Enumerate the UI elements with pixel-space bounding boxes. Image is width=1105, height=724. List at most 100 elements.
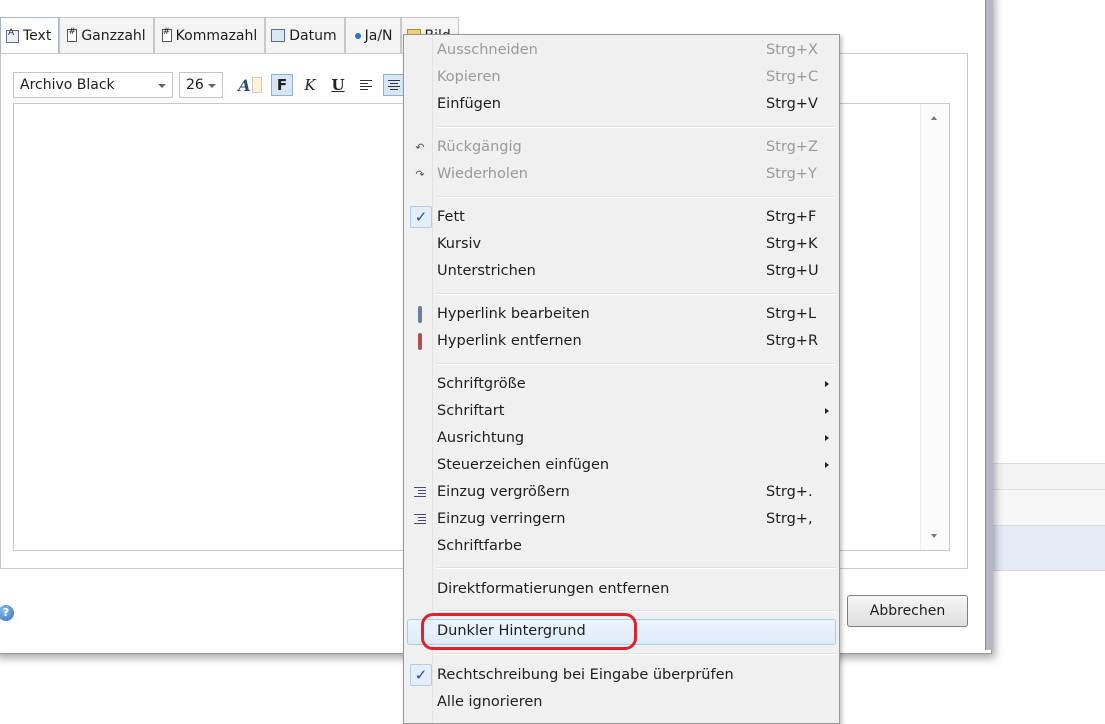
check-icon: ✓ <box>410 664 432 686</box>
tab-label: Ja/N <box>364 27 393 44</box>
color-swatch <box>251 77 262 93</box>
bold-button[interactable]: F <box>271 74 293 96</box>
align-left-button[interactable] <box>355 74 377 96</box>
menu-item-label: Fett <box>437 209 465 225</box>
menu-item-increase-indent[interactable]: Einzug vergrößern Strg+. <box>407 480 836 506</box>
menu-item-shortcut: Strg+R <box>766 333 819 349</box>
menu-item-label: Schriftart <box>437 403 505 419</box>
font-size-select[interactable]: 26 <box>179 72 223 98</box>
menu-item-font-size[interactable]: Schriftgröße <box>407 372 836 398</box>
tab-label: Kommazahl <box>175 27 258 44</box>
menu-separator <box>436 653 836 655</box>
menu-item-remove-hyperlink[interactable]: Hyperlink entfernen Strg+R <box>407 329 836 355</box>
menu-item-label: Schriftgröße <box>437 376 526 392</box>
align-center-button[interactable] <box>383 74 405 96</box>
background-row <box>992 463 1105 490</box>
background-row <box>992 489 1105 526</box>
menu-item-shortcut: Strg+U <box>766 263 819 279</box>
menu-item-insert-control-chars[interactable]: Steuerzeichen einfügen <box>407 453 836 479</box>
menu-item-copy[interactable]: Kopieren Strg+C <box>407 65 836 91</box>
menu-item-shortcut: Strg+C <box>766 69 819 85</box>
tab-date[interactable]: Datum <box>265 17 345 53</box>
field-type-tabs: Text Ganzzahl Kommazahl Datum Ja/N Bild <box>0 17 459 54</box>
font-size-value: 26 <box>186 77 204 93</box>
menu-item-undo[interactable]: ↶ Rückgängig Strg+Z <box>407 135 836 161</box>
indent-increase-icon <box>412 486 428 500</box>
chevron-down-icon <box>158 84 166 88</box>
menu-item-clear-formatting[interactable]: Direktformatierungen entfernen <box>407 577 836 603</box>
menu-item-shortcut: Strg+X <box>766 42 818 58</box>
italic-icon: K <box>304 76 316 94</box>
decimal-field-icon <box>161 27 172 42</box>
menu-item-bold[interactable]: ✓ Fett Strg+F <box>407 205 836 231</box>
text-field-icon <box>6 28 19 43</box>
menu-item-shortcut: Strg+F <box>766 209 817 225</box>
menu-item-shortcut: Strg+L <box>766 306 817 322</box>
tab-decimal[interactable]: Kommazahl <box>153 17 266 53</box>
menu-item-label: Ausschneiden <box>437 42 538 58</box>
align-left-icon <box>360 79 372 91</box>
menu-separator <box>436 567 836 569</box>
font-family-select[interactable]: Archivo Black <box>13 72 173 98</box>
menu-item-alignment[interactable]: Ausrichtung <box>407 426 836 452</box>
undo-icon: ↶ <box>415 141 425 154</box>
align-center-icon <box>388 79 400 91</box>
menu-item-label: Ausrichtung <box>437 430 525 446</box>
menu-separator <box>436 293 836 295</box>
menu-item-label: Wiederholen <box>437 166 529 182</box>
font-color-button[interactable]: A <box>235 74 265 96</box>
menu-item-label: Direktformatierungen entfernen <box>437 581 670 597</box>
menu-item-shortcut: Strg+K <box>766 236 818 252</box>
submenu-arrow-icon <box>825 462 829 468</box>
menu-item-shortcut: Strg+Y <box>766 166 817 182</box>
submenu-arrow-icon <box>825 435 829 441</box>
menu-item-cut[interactable]: Ausschneiden Strg+X <box>407 38 836 64</box>
scroll-up-icon[interactable] <box>931 116 937 120</box>
menu-item-label: Kursiv <box>437 236 482 252</box>
link-icon <box>412 306 428 323</box>
menu-item-underline[interactable]: Unterstrichen Strg+U <box>407 259 836 285</box>
underline-button[interactable]: U <box>327 74 349 96</box>
tab-text[interactable]: Text <box>0 17 60 54</box>
menu-item-spellcheck[interactable]: ✓ Rechtschreibung bei Eingabe überprüfen <box>407 663 836 689</box>
menu-separator <box>436 610 836 612</box>
menu-item-decrease-indent[interactable]: Einzug verringern Strg+, <box>407 507 836 533</box>
menu-item-font-color[interactable]: Schriftfarbe <box>407 534 836 560</box>
scroll-down-icon[interactable] <box>931 534 937 538</box>
italic-button[interactable]: K <box>299 74 321 96</box>
tab-boolean[interactable]: Ja/N <box>344 17 401 53</box>
menu-item-shortcut: Strg+Z <box>766 139 818 155</box>
menu-item-font[interactable]: Schriftart <box>407 399 836 425</box>
tab-integer[interactable]: Ganzzahl <box>59 17 154 53</box>
cancel-button[interactable]: Abbrechen <box>847 595 968 627</box>
menu-item-ignore-all[interactable]: Alle ignorieren <box>407 690 836 716</box>
submenu-arrow-icon <box>825 381 829 387</box>
menu-item-shortcut: Strg+, <box>766 511 813 527</box>
integer-field-icon <box>67 27 78 42</box>
indent-decrease-icon <box>412 513 428 527</box>
window-frame <box>985 0 993 650</box>
menu-item-paste[interactable]: Einfügen Strg+V <box>407 92 836 118</box>
menu-item-label: Unterstrichen <box>437 263 536 279</box>
menu-item-italic[interactable]: Kursiv Strg+K <box>407 232 836 258</box>
menu-item-edit-hyperlink[interactable]: Hyperlink bearbeiten Strg+L <box>407 302 836 328</box>
editor-scrollbar[interactable] <box>920 104 949 550</box>
formatting-toolbar: Archivo Black 26 A F K U <box>13 71 405 99</box>
tab-label: Datum <box>289 27 337 44</box>
font-color-icon: A <box>238 75 251 95</box>
menu-item-label: Einzug verringern <box>437 511 566 527</box>
boolean-field-icon <box>354 32 361 39</box>
tab-label: Text <box>23 28 52 44</box>
highlight-annotation <box>421 613 637 650</box>
menu-item-label: Kopieren <box>437 69 501 85</box>
menu-item-label: Schriftfarbe <box>437 538 522 554</box>
menu-separator <box>436 363 836 365</box>
menu-item-redo[interactable]: ↷ Wiederholen Strg+Y <box>407 162 836 188</box>
menu-item-label: Steuerzeichen einfügen <box>437 457 610 473</box>
check-icon: ✓ <box>410 206 432 228</box>
menu-item-label: Einfügen <box>437 96 501 112</box>
bold-icon: F <box>276 76 288 94</box>
submenu-arrow-icon <box>825 408 829 414</box>
underline-icon: U <box>331 76 345 94</box>
font-family-value: Archivo Black <box>20 77 115 93</box>
